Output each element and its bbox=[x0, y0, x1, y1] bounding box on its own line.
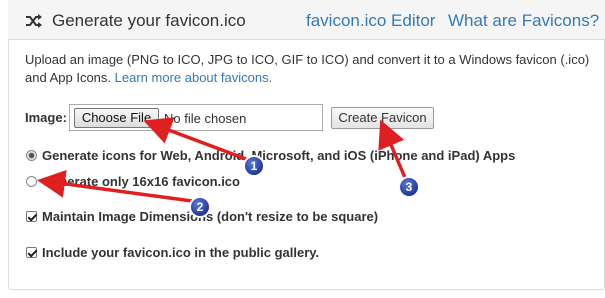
create-favicon-button[interactable]: Create Favicon bbox=[331, 107, 434, 129]
radio-all-icons[interactable] bbox=[26, 150, 37, 161]
checkbox-maintain-dimensions[interactable] bbox=[26, 211, 37, 222]
checkbox-public-gallery[interactable] bbox=[26, 247, 37, 258]
intro-description: Upload an image (PNG to ICO, JPG to ICO,… bbox=[25, 52, 590, 85]
panel-header: Generate your favicon.ico favicon.ico Ed… bbox=[8, 0, 605, 40]
page-title: Generate your favicon.ico bbox=[52, 11, 246, 30]
favicon-editor-link[interactable]: favicon.ico Editor bbox=[306, 11, 435, 31]
no-file-text: No file chosen bbox=[164, 111, 247, 126]
file-input[interactable]: Choose File No file chosen bbox=[69, 104, 323, 131]
shuffle-icon bbox=[26, 14, 42, 28]
option-label: Include your favicon.ico in the public g… bbox=[42, 245, 320, 260]
radio-16x16-only[interactable] bbox=[26, 176, 37, 187]
intro-text: Upload an image (PNG to ICO, JPG to ICO,… bbox=[25, 51, 595, 87]
option-label: Generate icons for Web, Android, Microso… bbox=[42, 148, 516, 163]
option-label: Maintain Image Dimensions (don't resize … bbox=[42, 209, 379, 224]
learn-more-link[interactable]: Learn more about favicons. bbox=[115, 70, 273, 85]
choose-file-button[interactable]: Choose File bbox=[74, 108, 159, 128]
what-are-favicons-link[interactable]: What are Favicons? bbox=[448, 11, 599, 31]
option-label: Generate only 16x16 favicon.ico bbox=[42, 174, 240, 189]
image-label: Image: bbox=[25, 110, 67, 125]
